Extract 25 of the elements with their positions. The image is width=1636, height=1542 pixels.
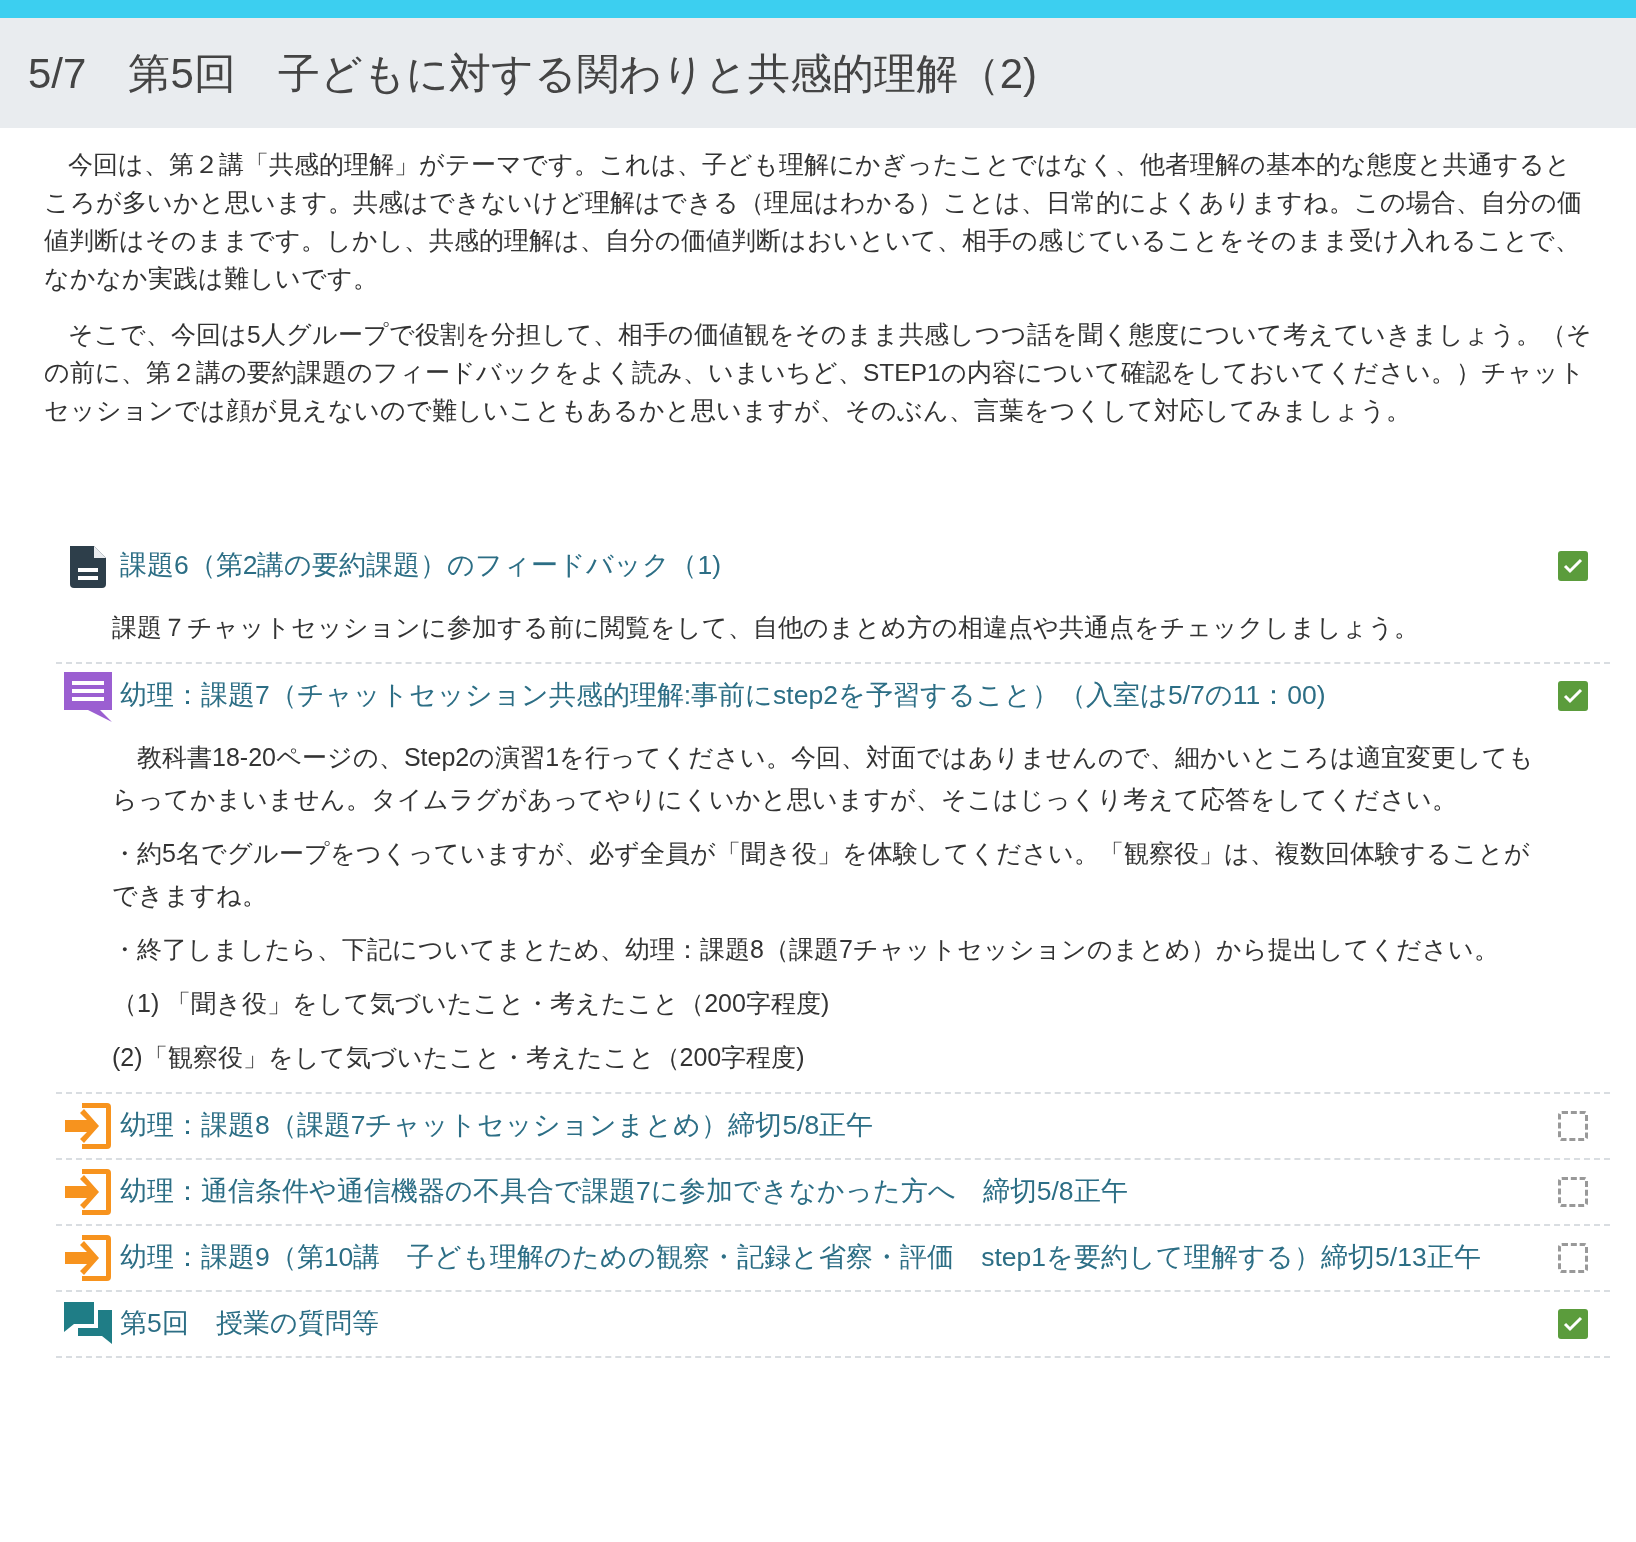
activity-description: (2)「観察役」をして気づいたこと・考えたこと（200字程度) — [112, 1042, 806, 1073]
section-title: 5/7 第5回 子どもに対する関わりと共感的理解（2) — [28, 48, 1038, 99]
completion-checkbox[interactable] — [1558, 1243, 1588, 1273]
completion-checkbox[interactable] — [1558, 1177, 1588, 1207]
completion-checkbox[interactable] — [1558, 1111, 1588, 1141]
activity-link[interactable]: 幼理：課題7（チャットセッション共感的理解:事前にstep2を予習すること）（入室は5/7の11：00) — [120, 676, 1558, 716]
activity-description: ・終了しましたら、下記についてまとため、幼理：課題8（課題7チャットセッションのまとめ）から提出してください。 — [112, 934, 1500, 965]
arrow-into-box-icon — [62, 1166, 114, 1218]
summary-paragraph: 今回は、第２講「共感的理解」がテーマです。これは、子ども理解にかぎったことではなく、他者理解の基本的な態度と共通するところが多いかと思います。共感はできないけど理解はできる（理屈はわかる）ことは、日常的によくありますね。この場合、自分の価値判断はそのままです。しかし、共感的理解は、自分の価値判断はおいといて、相手の感じていることをそのまま受け入れることで、なかなか実践は難しいです。 — [44, 150, 1583, 294]
activity-link[interactable]: 幼理：課題9（第10講 子ども理解のための観察・記録と省察・評価 step1を要約して理解する）締切5/13正午 — [120, 1238, 1558, 1278]
chat-icon — [62, 670, 114, 722]
summary-paragraph: そこで、今回は5人グループで役割を分担して、相手の価値観をそのまま共感しつつ話を聞く態度について考えていきましょう。（その前に、第２講の要約課題のフィードバックをよく読み、いまいちど、STEP1の内容について確認をしておいてください。）チャットセッションでは顔が見えないので難しいこともあるかと思いますが、そのぶん、言葉をつくして対応してみましょう。 — [44, 320, 1592, 426]
activity-description: 課題７チャットセッションに参加する前に閲覧をして、自他のまとめ方の相違点や共通点をチェックしましょう。 — [112, 612, 1420, 643]
activity-link[interactable]: 課題6（第2講の要約課題）のフィードバック（1) — [120, 546, 1558, 586]
activity-description: ・約5名でグループをつくっていますが、必ず全員が「聞き役」を体験してください。「観察役」は、複数回体験することができますね。 — [112, 838, 1531, 911]
completion-checkbox[interactable] — [1558, 681, 1588, 711]
activity-link[interactable]: 幼理：課題8（課題7チャットセッションまとめ）締切5/8正午 — [120, 1106, 1558, 1146]
arrow-into-box-icon — [62, 1100, 114, 1152]
activity-description: 教科書18-20ページの、Step2の演習1を行ってください。今回、対面ではありませんので、細かいところは適宜変更してもらってかまいません。タイムラグがあってやりにくいかと思いますが、そこはじっくり考えて応答をしてください。 — [112, 742, 1536, 815]
activity-description: （1) 「聞き役」をして気づいたこと・考えたこと（200字程度) — [112, 988, 831, 1019]
completion-checkbox[interactable] — [1558, 1309, 1588, 1339]
arrow-into-box-icon — [62, 1232, 114, 1284]
activity-link[interactable]: 第5回 授業の質問等 — [120, 1304, 1558, 1344]
activity-link[interactable]: 幼理：通信条件や通信機器の不具合で課題7に参加できなかった方へ 締切5/8正午 — [120, 1172, 1558, 1212]
completion-checkbox[interactable] — [1558, 551, 1588, 581]
